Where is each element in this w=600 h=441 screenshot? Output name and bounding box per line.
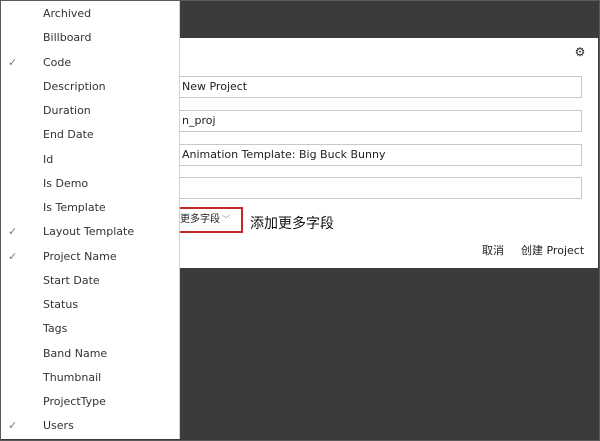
- menu-item-thumbnail[interactable]: Thumbnail: [0, 366, 180, 390]
- menu-item-label: Is Demo: [43, 176, 89, 190]
- menu-item-billboard[interactable]: Billboard: [0, 26, 180, 50]
- menu-item-description[interactable]: Description: [0, 75, 180, 99]
- menu-item-label: Billboard: [43, 31, 92, 45]
- more-fields-button[interactable]: 更多字段 ﹀: [170, 207, 243, 233]
- create-project-button[interactable]: 创建 Project: [521, 244, 584, 258]
- menu-item-status[interactable]: Status: [0, 293, 180, 317]
- menu-item-is-template[interactable]: Is Template: [0, 196, 180, 220]
- menu-item-archived[interactable]: Archived: [0, 2, 180, 26]
- menu-item-is-demo[interactable]: Is Demo: [0, 172, 180, 196]
- menu-item-label: ProjectType: [43, 395, 106, 408]
- menu-item-label: Duration: [43, 104, 91, 117]
- menu-item-tags[interactable]: Tags: [0, 317, 180, 341]
- menu-item-label: Layout Template: [43, 225, 135, 239]
- code-field[interactable]: n_proj: [178, 110, 582, 132]
- menu-item-projecttype[interactable]: ProjectType: [0, 390, 180, 414]
- menu-item-label: Code: [43, 55, 72, 69]
- layout-template-field[interactable]: Animation Template: Big Buck Bunny: [178, 144, 582, 166]
- chevron-down-icon: ﹀: [222, 215, 230, 224]
- menu-item-label: Band Name: [43, 346, 108, 360]
- menu-item-label: Users: [43, 419, 74, 433]
- menu-item-label: Description: [43, 79, 106, 93]
- cancel-button[interactable]: 取消: [482, 244, 504, 258]
- more-fields-label: 更多字段: [180, 214, 220, 225]
- menu-item-id[interactable]: Id: [0, 148, 180, 172]
- gear-icon[interactable]: ⚙: [574, 46, 586, 58]
- users-field[interactable]: [178, 177, 582, 199]
- more-fields-hint: 添加更多字段: [250, 216, 334, 232]
- check-icon: ✓: [8, 55, 18, 69]
- menu-item-band-name[interactable]: Band Name: [0, 342, 180, 366]
- menu-item-label: Thumbnail: [43, 370, 102, 384]
- project-name-field[interactable]: New Project: [178, 76, 582, 98]
- check-icon: ✓: [8, 249, 18, 263]
- menu-item-label: End Date: [43, 128, 94, 142]
- menu-item-label: Start Date: [43, 273, 100, 287]
- menu-item-users[interactable]: ✓ Users: [0, 414, 180, 438]
- menu-item-start-date[interactable]: Start Date: [0, 269, 180, 293]
- menu-item-label: Is Template: [43, 201, 106, 214]
- menu-item-layout-template[interactable]: ✓ Layout Template: [0, 220, 180, 244]
- menu-item-label: Status: [43, 298, 79, 311]
- field-picker-menu: Archived Billboard ✓ Code Description Duratio…: [0, 0, 180, 439]
- menu-item-label: Id: [43, 152, 54, 166]
- menu-item-label: Project Name: [43, 249, 117, 263]
- check-icon: ✓: [8, 225, 18, 239]
- menu-item-end-date[interactable]: End Date: [0, 123, 180, 147]
- menu-item-duration[interactable]: Duration: [0, 99, 180, 123]
- menu-item-code[interactable]: ✓ Code: [0, 51, 180, 75]
- menu-item-label: Tags: [43, 322, 68, 336]
- menu-item-label: Archived: [43, 7, 92, 20]
- check-icon: ✓: [8, 419, 18, 433]
- menu-item-project-name[interactable]: ✓ Project Name: [0, 245, 180, 269]
